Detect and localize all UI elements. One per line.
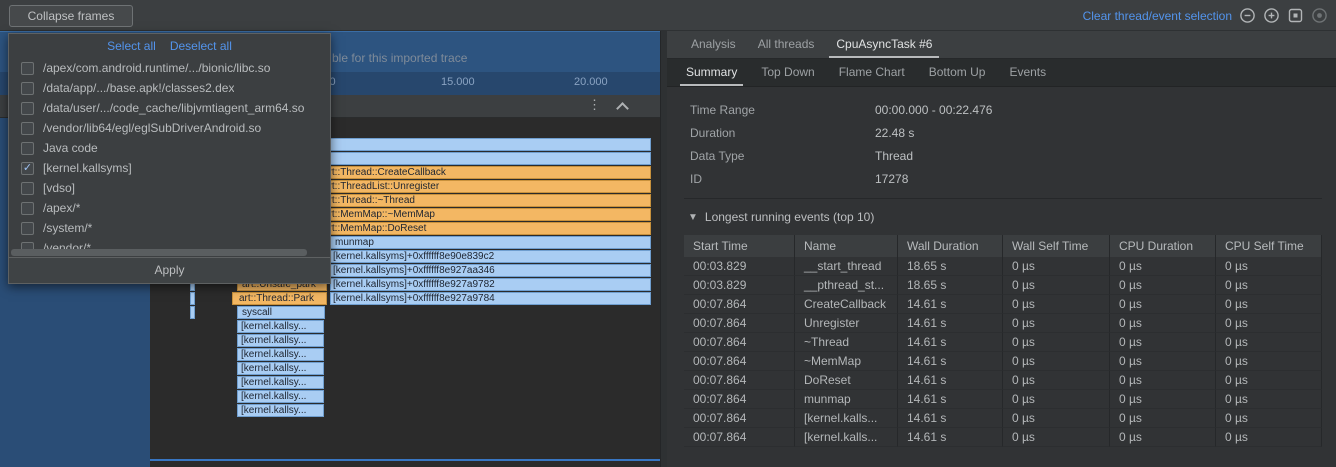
subtab-summary[interactable]: Summary: [674, 59, 749, 86]
popup-header: Select all Deselect all: [9, 34, 330, 58]
section-title: Longest running events (top 10): [705, 210, 874, 224]
col-cpu-duration[interactable]: CPU Duration: [1110, 235, 1216, 257]
collapse-frames-button[interactable]: Collapse frames: [9, 5, 133, 27]
flame-bar[interactable]: [kernel.kallsy...: [237, 390, 324, 403]
profiler-window: Clear thread/event selection ble for thi…: [0, 0, 1336, 467]
checkbox[interactable]: [21, 222, 34, 235]
clear-selection-link[interactable]: Clear thread/event selection: [1083, 9, 1232, 23]
tab-all-threads[interactable]: All threads: [747, 31, 826, 58]
more-options-icon[interactable]: ⋮: [588, 97, 601, 113]
filter-item[interactable]: /apex/com.android.runtime/.../bionic/lib…: [9, 58, 330, 78]
table-row[interactable]: 00:07.864~MemMap14.61 s0 µs0 µs0 µs: [684, 352, 1322, 371]
filter-item[interactable]: /apex/*: [9, 198, 330, 218]
apply-button[interactable]: Apply: [9, 257, 330, 283]
table-row[interactable]: 00:07.864Unregister14.61 s0 µs0 µs0 µs: [684, 314, 1322, 333]
filter-item[interactable]: /data/user/.../code_cache/libjvmtiagent_…: [9, 98, 330, 118]
flame-bar[interactable]: [190, 292, 195, 305]
checkbox[interactable]: ✓: [21, 162, 34, 175]
timeline-message: ble for this imported trace: [332, 51, 467, 65]
flame-bar[interactable]: [kernel.kallsy...: [237, 320, 324, 333]
filter-item[interactable]: [vdso]: [9, 178, 330, 198]
frames-filter-popup: Select all Deselect all /apex/com.android…: [8, 33, 331, 284]
summary-row: ID17278: [690, 168, 1336, 191]
filter-item[interactable]: ✓[kernel.kallsyms]: [9, 158, 330, 178]
flame-bar[interactable]: [kernel.kallsy...: [237, 334, 324, 347]
details-panel: Analysis All threads CpuAsyncTask #6 Sum…: [667, 31, 1336, 467]
filter-item[interactable]: /system/*: [9, 218, 330, 238]
subtab-flame-chart[interactable]: Flame Chart: [827, 59, 917, 86]
filter-item[interactable]: /data/app/.../base.apk!/classes2.dex: [9, 78, 330, 98]
col-wall-self-time[interactable]: Wall Self Time: [1003, 235, 1110, 257]
checkbox[interactable]: [21, 62, 34, 75]
zoom-in-icon[interactable]: [1263, 7, 1280, 27]
subtab-bottom-up[interactable]: Bottom Up: [917, 59, 998, 86]
flame-bar[interactable]: [190, 306, 195, 319]
table-row[interactable]: 00:07.864[kernel.kalls...14.61 s0 µs0 µs…: [684, 428, 1322, 447]
tick-label: 20.000: [574, 76, 608, 88]
summary-row: Time Range00:00.000 - 00:22.476: [690, 99, 1336, 122]
flame-bar[interactable]: [kernel.kallsy...: [237, 376, 324, 389]
thread-tabs: Analysis All threads CpuAsyncTask #6: [667, 31, 1336, 59]
summary-row: Duration22.48 s: [690, 122, 1336, 145]
subtab-top-down[interactable]: Top Down: [749, 59, 826, 86]
reset-zoom-icon[interactable]: [1287, 7, 1304, 27]
checkbox[interactable]: [21, 122, 34, 135]
checkbox[interactable]: [21, 142, 34, 155]
section-divider: [684, 198, 1322, 199]
table-header-row: Start Time Name Wall Duration Wall Self …: [684, 235, 1322, 257]
flame-bar[interactable]: [kernel.kallsyms]+0xffffff8e927a9784: [330, 292, 651, 305]
tab-analysis[interactable]: Analysis: [680, 31, 747, 58]
top-toolbar: Clear thread/event selection: [0, 0, 1336, 31]
flame-bar[interactable]: [kernel.kallsy...: [237, 348, 324, 361]
table-row[interactable]: 00:07.864DoReset14.61 s0 µs0 µs0 µs: [684, 371, 1322, 390]
zoom-out-icon[interactable]: [1239, 7, 1256, 27]
flame-bar[interactable]: syscall: [237, 306, 325, 319]
horizontal-scrollbar[interactable]: [11, 249, 307, 256]
col-cpu-self-time[interactable]: CPU Self Time: [1216, 235, 1322, 257]
events-table: Start Time Name Wall Duration Wall Self …: [684, 235, 1322, 447]
pane-divider: [150, 459, 660, 461]
zoom-controls: [1239, 7, 1328, 27]
checkbox[interactable]: [21, 82, 34, 95]
col-start-time[interactable]: Start Time: [684, 235, 795, 257]
subtab-events[interactable]: Events: [997, 59, 1058, 86]
table-row[interactable]: 00:07.864munmap14.61 s0 µs0 µs0 µs: [684, 390, 1322, 409]
flame-bar[interactable]: [kernel.kallsy...: [237, 404, 324, 417]
table-row[interactable]: 00:07.864CreateCallback14.61 s0 µs0 µs0 …: [684, 295, 1322, 314]
flame-bar[interactable]: [kernel.kallsy...: [237, 362, 324, 375]
tab-cpuasynctask[interactable]: CpuAsyncTask #6: [825, 31, 943, 58]
panel-splitter[interactable]: [660, 31, 667, 467]
table-row[interactable]: 00:07.864[kernel.kalls...14.61 s0 µs0 µs…: [684, 409, 1322, 428]
col-wall-duration[interactable]: Wall Duration: [898, 235, 1003, 257]
summary-row: Data TypeThread: [690, 145, 1336, 168]
table-row[interactable]: 00:07.864~Thread14.61 s0 µs0 µs0 µs: [684, 333, 1322, 352]
filter-item[interactable]: Java code: [9, 138, 330, 158]
table-row[interactable]: 00:03.829__start_thread18.65 s0 µs0 µs0 …: [684, 257, 1322, 276]
longest-events-header[interactable]: ▼ Longest running events (top 10): [688, 208, 1336, 226]
filter-item[interactable]: /vendor/lib64/egl/eglSubDriverAndroid.so: [9, 118, 330, 138]
summary-section: Time Range00:00.000 - 00:22.476 Duration…: [667, 87, 1336, 191]
checkbox[interactable]: [21, 182, 34, 195]
table-row[interactable]: 00:03.829__pthread_st...18.65 s0 µs0 µs0…: [684, 276, 1322, 295]
flame-bar[interactable]: [kernel.kallsyms]+0xffffff8e927a9782: [330, 278, 651, 291]
collapse-track-icon[interactable]: [616, 102, 629, 115]
tick-label: 15.000: [441, 76, 475, 88]
checkbox[interactable]: [21, 102, 34, 115]
analysis-subtabs: Summary Top Down Flame Chart Bottom Up E…: [667, 59, 1336, 87]
chevron-down-icon: ▼: [688, 212, 698, 223]
zoom-to-selection-icon[interactable]: [1311, 7, 1328, 27]
flame-bar[interactable]: art::Thread::Park: [232, 292, 327, 305]
select-all-link[interactable]: Select all: [107, 39, 156, 53]
col-name[interactable]: Name: [795, 235, 898, 257]
deselect-all-link[interactable]: Deselect all: [170, 39, 232, 53]
checkbox[interactable]: [21, 202, 34, 215]
